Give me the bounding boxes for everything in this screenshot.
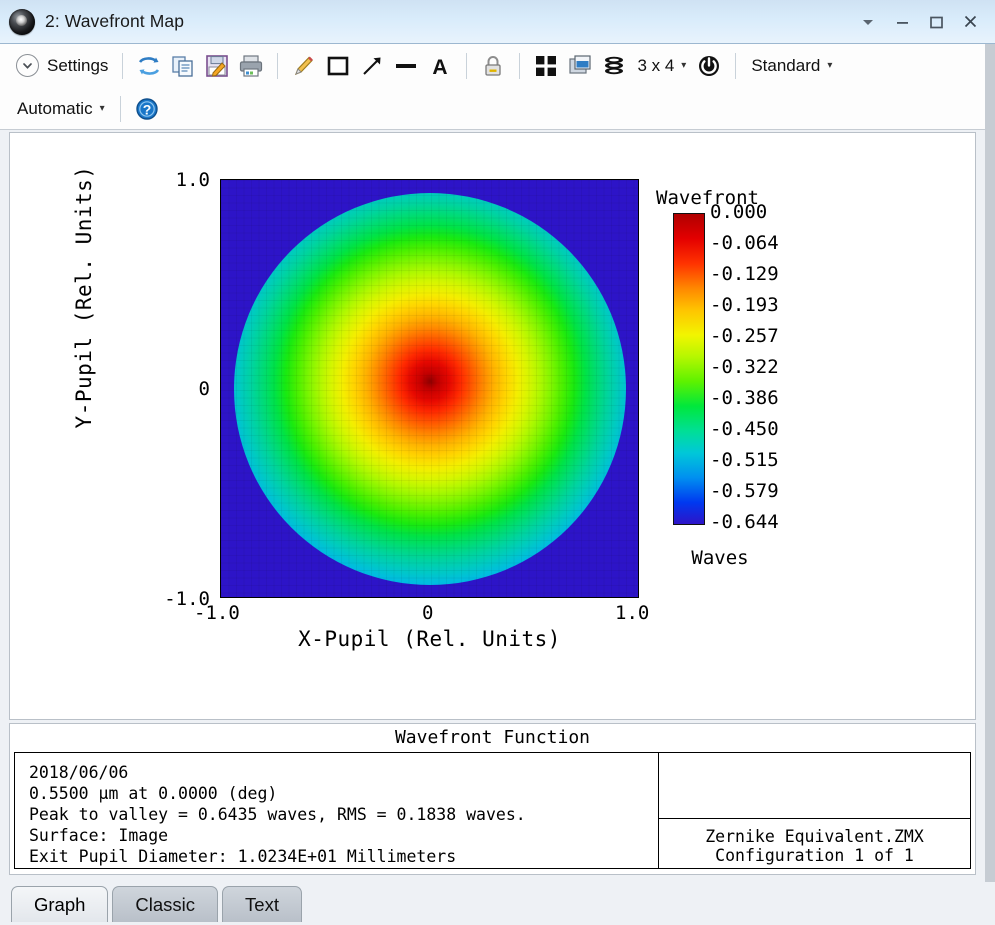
wavefront-pupil-gradient xyxy=(234,193,626,585)
chevron-down-icon: ▾ xyxy=(827,61,832,71)
scale-label: Automatic xyxy=(17,99,93,119)
colorbar-tick: -0.515 xyxy=(710,449,779,471)
line-icon[interactable] xyxy=(389,49,423,83)
bottom-tab-bar: Graph Classic Text xyxy=(0,882,995,925)
x-axis-label: X-Pupil (Rel. Units) xyxy=(220,627,639,651)
info-line-pv-rms: Peak to valley = 0.6435 waves, RMS = 0.1… xyxy=(29,804,658,825)
colorbar-tick: 0.000 xyxy=(710,201,767,223)
colorbar-tick: -0.644 xyxy=(710,511,779,533)
help-icon[interactable]: ? xyxy=(130,92,164,126)
wavefront-map-plot: 1.0 0 -1.0 Y-Pupil (Rel. Units) -1.0 0 1… xyxy=(10,133,977,721)
panel-file-info: Zernike Equivalent.ZMX Configuration 1 o… xyxy=(659,819,970,868)
x-tick-right: 1.0 xyxy=(615,602,649,624)
chevron-down-icon: ▾ xyxy=(681,61,686,71)
file-name: Zernike Equivalent.ZMX xyxy=(705,827,924,846)
window-scrollbar[interactable] xyxy=(985,44,995,882)
copy-icon[interactable] xyxy=(166,49,200,83)
pupil-map-area[interactable] xyxy=(220,179,639,598)
toolbar-separator xyxy=(122,53,123,79)
text-icon[interactable]: A xyxy=(423,49,457,83)
info-line-date: 2018/06/06 xyxy=(29,762,658,783)
toolbar-separator xyxy=(735,53,736,79)
info-line-exit-pupil: Exit Pupil Diameter: 1.0234E+01 Millimet… xyxy=(29,846,658,867)
colorbar-tick: -0.193 xyxy=(710,294,779,316)
tab-graph[interactable]: Graph xyxy=(11,886,108,922)
wavefront-function-panel: Wavefront Function 2018/06/06 0.5500 µm … xyxy=(9,723,976,875)
style-dropdown[interactable]: Standard ▾ xyxy=(745,51,838,81)
tab-text[interactable]: Text xyxy=(222,886,302,922)
close-icon[interactable] xyxy=(953,7,987,37)
dropdown-icon[interactable] xyxy=(851,7,885,37)
panel-blank-cell xyxy=(659,753,970,819)
panel-table: 2018/06/06 0.5500 µm at 0.0000 (deg) Pea… xyxy=(14,752,971,869)
toolbar: Settings xyxy=(0,44,995,130)
y-tick-top: 1.0 xyxy=(130,169,210,191)
pencil-icon[interactable] xyxy=(287,49,321,83)
settings-button[interactable]: Settings xyxy=(11,49,113,83)
scale-dropdown[interactable]: Automatic ▾ xyxy=(11,94,111,124)
colorbar-tick: -0.257 xyxy=(710,325,779,347)
colorbar-tick: -0.129 xyxy=(710,263,779,285)
chevron-down-icon: ▾ xyxy=(100,104,105,114)
window-controls xyxy=(851,7,995,37)
toolbar-row-2: Automatic ▾ ? xyxy=(0,87,995,130)
title-bar: 2: Wavefront Map xyxy=(0,0,995,44)
tab-classic[interactable]: Classic xyxy=(112,886,218,922)
configuration-label: Configuration 1 of 1 xyxy=(715,846,914,865)
colorbar-tick: -0.579 xyxy=(710,480,779,502)
colorbar-tick: -0.322 xyxy=(710,356,779,378)
panel-info-cell: 2018/06/06 0.5500 µm at 0.0000 (deg) Pea… xyxy=(15,753,659,868)
chevron-down-icon xyxy=(16,54,39,77)
colorbar-tick: -0.386 xyxy=(710,387,779,409)
colorbar-tick: -0.064 xyxy=(710,232,779,254)
grid-size-dropdown[interactable]: 3 x 4 ▾ xyxy=(631,51,692,81)
window-icon[interactable] xyxy=(563,49,597,83)
x-tick-left: -1.0 xyxy=(194,602,240,624)
refresh-icon[interactable] xyxy=(132,49,166,83)
toolbar-separator xyxy=(120,96,121,122)
title-bar-left: 2: Wavefront Map xyxy=(0,9,851,35)
toolbar-row-1: Settings xyxy=(0,44,995,87)
panel-file-cell: Zernike Equivalent.ZMX Configuration 1 o… xyxy=(659,753,970,868)
wavefront-map-window: 2: Wavefront Map Settings xyxy=(0,0,995,925)
y-axis-label: Y-Pupil (Rel. Units) xyxy=(72,147,96,447)
style-label: Standard xyxy=(751,56,820,76)
toolbar-separator xyxy=(277,53,278,79)
power-icon[interactable] xyxy=(692,49,726,83)
panel-title: Wavefront Function xyxy=(10,724,975,748)
minimize-icon[interactable] xyxy=(885,7,919,37)
plot-canvas: 1.0 0 -1.0 Y-Pupil (Rel. Units) -1.0 0 1… xyxy=(9,132,976,720)
tab-list: Graph Classic Text xyxy=(11,886,306,922)
info-line-surface: Surface: Image xyxy=(29,825,658,846)
colorbar-units: Waves xyxy=(670,547,770,569)
layers-icon[interactable] xyxy=(597,49,631,83)
sphere-icon xyxy=(9,9,35,35)
lock-icon[interactable] xyxy=(476,49,510,83)
svg-text:A: A xyxy=(433,56,448,79)
window-title: 2: Wavefront Map xyxy=(45,11,184,32)
save-icon[interactable] xyxy=(200,49,234,83)
info-line-wavelength: 0.5500 µm at 0.0000 (deg) xyxy=(29,783,658,804)
grid-icon[interactable] xyxy=(529,49,563,83)
grid-size-label: 3 x 4 xyxy=(637,56,674,76)
arrow-icon[interactable] xyxy=(355,49,389,83)
svg-text:?: ? xyxy=(142,101,151,117)
colorbar-gradient xyxy=(673,213,705,525)
maximize-icon[interactable] xyxy=(919,7,953,37)
x-tick-mid: 0 xyxy=(422,602,433,624)
rectangle-icon[interactable] xyxy=(321,49,355,83)
settings-label: Settings xyxy=(47,56,108,76)
toolbar-separator xyxy=(519,53,520,79)
print-icon[interactable] xyxy=(234,49,268,83)
colorbar-tick: -0.450 xyxy=(710,418,779,440)
toolbar-separator xyxy=(466,53,467,79)
y-tick-mid: 0 xyxy=(130,378,210,400)
